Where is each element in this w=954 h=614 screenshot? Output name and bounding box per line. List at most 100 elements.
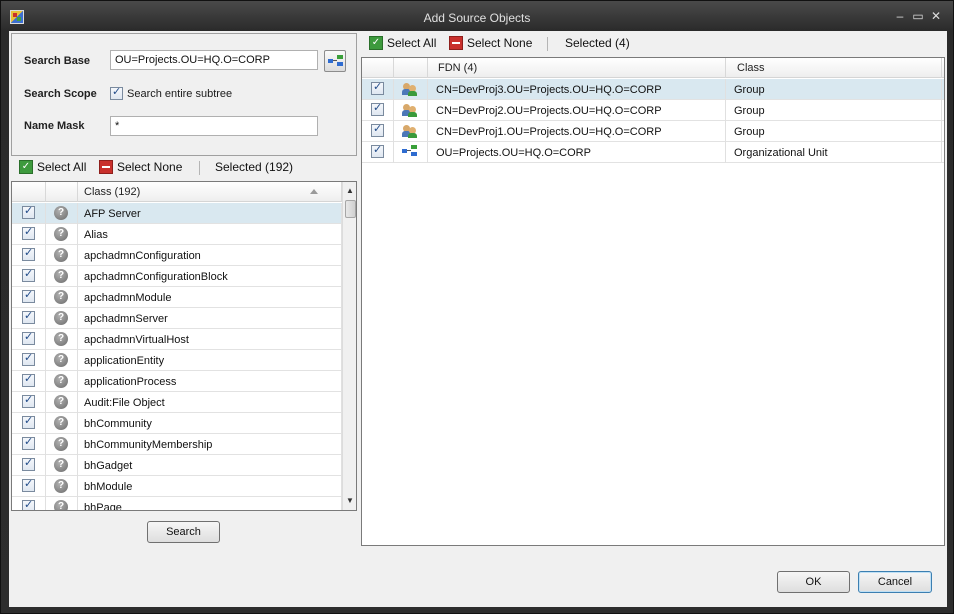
object-row[interactable]: ✓ CN=DevProj3.OU=Projects.OU=HQ.O=CORP Gro… (362, 79, 944, 100)
row-check-cell[interactable]: ✓ (362, 121, 394, 142)
object-row[interactable]: ✓ CN=DevProj1.OU=Projects.OU=HQ.O=CORP Gro… (362, 121, 944, 142)
row-icon-cell: ? (46, 245, 78, 266)
class-row[interactable]: ✓? Alias (12, 224, 342, 245)
scroll-thumb[interactable] (345, 200, 356, 218)
row-checkbox[interactable]: ✓ (371, 81, 384, 95)
minimize-icon[interactable]: – (893, 9, 907, 23)
row-check-cell[interactable]: ✓ (12, 245, 46, 266)
class-row[interactable]: ✓? apchadmnServer (12, 308, 342, 329)
row-checkbox[interactable]: ✓ (22, 478, 35, 492)
row-checkbox[interactable]: ✓ (22, 457, 35, 471)
fdn-cell: CN=DevProj1.OU=Projects.OU=HQ.O=CORP (428, 121, 726, 142)
class-row[interactable]: ✓? bhModule (12, 476, 342, 497)
row-checkbox[interactable]: ✓ (22, 373, 35, 387)
ok-button[interactable]: OK (777, 571, 850, 593)
row-check-cell[interactable]: ✓ (12, 476, 46, 497)
search-base-input[interactable]: OU=Projects.OU=HQ.O=CORP (110, 50, 318, 70)
row-check-cell[interactable]: ✓ (12, 392, 46, 413)
row-checkbox[interactable]: ✓ (22, 331, 35, 345)
row-checkbox[interactable]: ✓ (22, 310, 35, 324)
close-icon[interactable]: ✕ (929, 9, 943, 23)
objects-select-none-button[interactable]: Select None (449, 36, 532, 50)
class-row[interactable]: ✓? applicationEntity (12, 350, 342, 371)
row-check-cell[interactable]: ✓ (12, 329, 46, 350)
scroll-down-icon[interactable]: ▼ (346, 496, 354, 505)
objects-grid-header: FDN (4) Class (362, 58, 944, 78)
question-icon: ? (54, 395, 68, 409)
object-row[interactable]: ✓ CN=DevProj2.OU=Projects.OU=HQ.O=CORP Gro… (362, 100, 944, 121)
minus-icon (449, 36, 463, 50)
row-check-cell[interactable]: ✓ (362, 100, 394, 121)
row-checkbox[interactable]: ✓ (371, 123, 384, 137)
row-checkbox[interactable]: ✓ (22, 436, 35, 450)
row-check-cell[interactable]: ✓ (12, 413, 46, 434)
search-subtree-checkbox[interactable]: ✓ (110, 86, 123, 100)
browse-tree-button[interactable] (324, 50, 346, 72)
row-check-cell[interactable]: ✓ (12, 371, 46, 392)
class-select-all-button[interactable]: ✓ Select All (19, 160, 86, 174)
class-row[interactable]: ✓? Audit:File Object (12, 392, 342, 413)
search-scope-option[interactable]: ✓ Search entire subtree (110, 86, 232, 100)
row-checkbox[interactable]: ✓ (22, 289, 35, 303)
header-icon-col (46, 182, 78, 202)
class-name-cell: bhModule (78, 476, 342, 497)
row-check-cell[interactable]: ✓ (12, 497, 46, 510)
class-row[interactable]: ✓? apchadmnModule (12, 287, 342, 308)
row-check-cell[interactable]: ✓ (12, 455, 46, 476)
cancel-button[interactable]: Cancel (858, 571, 932, 593)
row-checkbox[interactable]: ✓ (371, 144, 384, 158)
object-class-cell: Organizational Unit (726, 142, 942, 163)
class-row[interactable]: ✓? apchadmnConfigurationBlock (12, 266, 342, 287)
class-select-none-button[interactable]: Select None (99, 160, 182, 174)
class-row[interactable]: ✓? bhCommunityMembership (12, 434, 342, 455)
row-check-cell[interactable]: ✓ (12, 224, 46, 245)
class-row[interactable]: ✓? apchadmnVirtualHost (12, 329, 342, 350)
row-check-cell[interactable]: ✓ (12, 308, 46, 329)
row-icon-cell: ? (46, 266, 78, 287)
row-check-cell[interactable]: ✓ (12, 203, 46, 224)
row-checkbox[interactable]: ✓ (22, 415, 35, 429)
maximize-icon[interactable]: ▭ (911, 9, 925, 23)
class-row[interactable]: ✓? bhPage (12, 497, 342, 510)
row-check-cell[interactable]: ✓ (362, 142, 394, 163)
class-grid-scrollbar[interactable]: ▲ ▼ (342, 182, 356, 510)
name-mask-input[interactable]: * (110, 116, 318, 136)
class-name-cell: Audit:File Object (78, 392, 342, 413)
class-name-cell: apchadmnServer (78, 308, 342, 329)
row-icon-cell (394, 100, 428, 121)
row-check-cell[interactable]: ✓ (12, 434, 46, 455)
fdn-column-header[interactable]: FDN (4) (428, 58, 726, 78)
objects-select-all-label: Select All (387, 36, 437, 50)
class-name-cell: bhCommunity (78, 413, 342, 434)
group-icon (402, 82, 418, 96)
row-checkbox[interactable]: ✓ (22, 226, 35, 240)
row-checkbox[interactable]: ✓ (22, 268, 35, 282)
row-checkbox[interactable]: ✓ (22, 499, 35, 510)
row-checkbox[interactable]: ✓ (22, 205, 35, 219)
row-check-cell[interactable]: ✓ (12, 266, 46, 287)
search-criteria-panel: Search Base OU=Projects.OU=HQ.O=CORP Sea… (11, 33, 357, 156)
row-check-cell[interactable]: ✓ (12, 287, 46, 308)
objects-grid: FDN (4) Class ✓ CN=DevProj3.OU=Projects.O… (361, 57, 945, 546)
objects-select-all-button[interactable]: ✓ Select All (369, 36, 436, 50)
class-row[interactable]: ✓? applicationProcess (12, 371, 342, 392)
class-column-header[interactable]: Class (192) (78, 182, 342, 202)
class-row[interactable]: ✓? apchadmnConfiguration (12, 245, 342, 266)
fdn-cell: CN=DevProj3.OU=Projects.OU=HQ.O=CORP (428, 79, 726, 100)
search-button[interactable]: Search (147, 521, 220, 543)
object-row[interactable]: ✓ OU=Projects.OU=HQ.O=CORP Organizational … (362, 142, 944, 163)
row-checkbox[interactable]: ✓ (22, 352, 35, 366)
question-icon: ? (54, 269, 68, 283)
class-name-cell: applicationEntity (78, 350, 342, 371)
row-checkbox[interactable]: ✓ (22, 394, 35, 408)
row-checkbox[interactable]: ✓ (371, 102, 384, 116)
row-checkbox[interactable]: ✓ (22, 247, 35, 261)
class-row[interactable]: ✓? bhGadget (12, 455, 342, 476)
class-row[interactable]: ✓? AFP Server (12, 203, 342, 224)
class-column-header[interactable]: Class (726, 58, 942, 78)
class-row[interactable]: ✓? bhCommunity (12, 413, 342, 434)
row-check-cell[interactable]: ✓ (362, 79, 394, 100)
row-check-cell[interactable]: ✓ (12, 350, 46, 371)
scroll-up-icon[interactable]: ▲ (346, 186, 354, 195)
question-icon: ? (54, 311, 68, 325)
